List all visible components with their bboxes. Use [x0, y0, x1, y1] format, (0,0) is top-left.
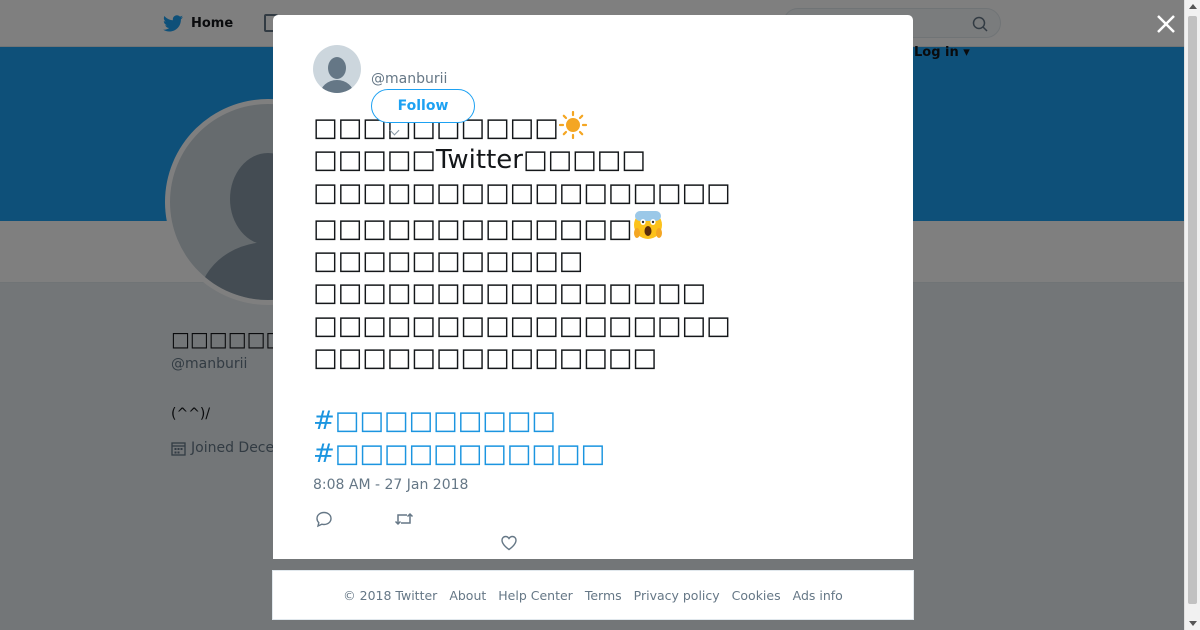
tweet-text: □□□□□□□□□□ □□□□□Twitter□□□□□ □□□□□□□□□□□…	[313, 111, 731, 470]
footer-link-ads-info[interactable]: Ads info	[793, 588, 843, 603]
tweet-line: □□□□□□□□□□□□□□	[313, 343, 657, 374]
page-scrollbar[interactable]	[1184, 0, 1200, 630]
scroll-down-arrow-icon[interactable]	[1189, 621, 1197, 626]
scroll-up-arrow-icon[interactable]	[1189, 4, 1197, 9]
reply-icon[interactable]	[315, 510, 333, 528]
tweet-modal: @manburii □□□□□□□□□□ □□□□□Twitter□□□□□ □…	[273, 15, 913, 559]
footer-copyright: © 2018 Twitter	[343, 587, 438, 603]
footer-links: © 2018 Twitter About Help Center Terms P…	[272, 570, 914, 620]
footer-link-help-center[interactable]: Help Center	[498, 588, 573, 603]
scroll-thumb[interactable]	[1188, 16, 1197, 604]
tweet-line: □□□□□□□□□□□□□□□□	[313, 278, 707, 309]
hashtag-link[interactable]: #□□□□□□□□□	[313, 405, 633, 437]
tweet-author-avatar[interactable]	[313, 45, 361, 93]
follow-button[interactable]: Follow	[371, 89, 475, 123]
hashtag-link[interactable]: #□□□□□□□□□□□	[313, 438, 633, 470]
tweet-line: □□□□□□□□□□□□□□□□□	[313, 177, 731, 208]
retweet-icon[interactable]	[394, 510, 414, 528]
tweet-line: □□□□□□□□□□□□□□□□□	[313, 310, 731, 341]
tweet-line: □□□□□Twitter□□□□□	[313, 145, 646, 176]
tweet-timestamp[interactable]: 8:08 AM - 27 Jan 2018	[313, 477, 468, 493]
tweet-author-handle[interactable]: @manburii	[371, 71, 447, 87]
like-icon[interactable]	[500, 534, 518, 552]
footer-link-terms[interactable]: Terms	[585, 588, 622, 603]
footer-link-about[interactable]: About	[449, 588, 486, 603]
tweet-line: □□□□□□□□□□	[313, 111, 633, 144]
scream-emoji-icon	[634, 210, 663, 239]
default-avatar-icon	[320, 57, 354, 93]
tweet-line-text: □□□□□□□□□□□□□	[313, 213, 633, 244]
tweet-line: □□□□□□□□□□□	[313, 246, 584, 277]
footer-link-privacy-policy[interactable]: Privacy policy	[634, 588, 720, 603]
close-icon[interactable]	[1154, 12, 1178, 36]
footer-link-cookies[interactable]: Cookies	[732, 588, 781, 603]
tweet-line: □□□□□□□□□□□□□	[313, 209, 663, 245]
sun-emoji-icon	[558, 111, 587, 139]
